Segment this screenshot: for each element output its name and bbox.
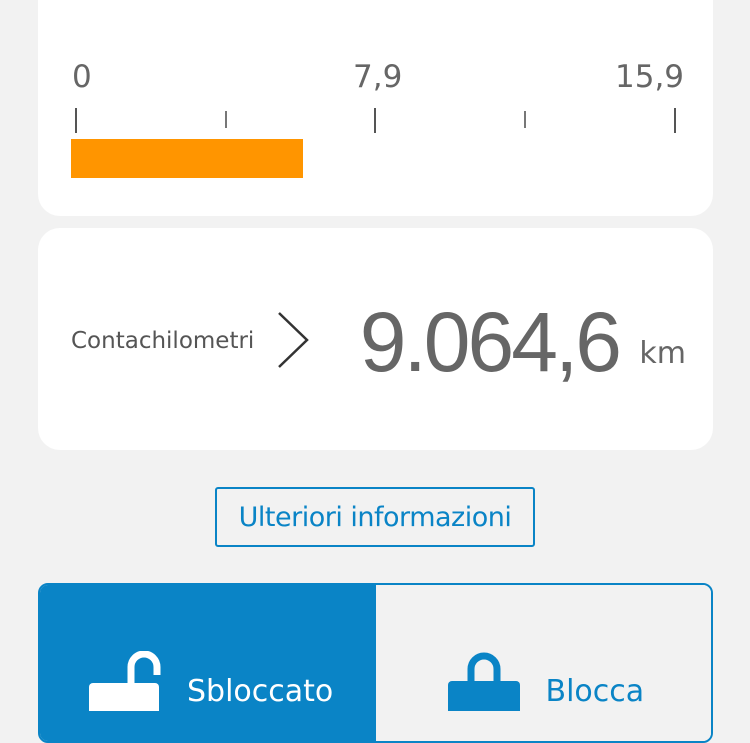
gauge-level-bar	[71, 139, 304, 178]
gauge-tick-minor	[524, 111, 526, 128]
unlocked-icon	[89, 651, 161, 711]
chevron-right-icon[interactable]	[276, 310, 310, 370]
gauge-tick-major	[75, 108, 77, 133]
lock-option-label: Blocca	[545, 674, 645, 709]
unlocked-option[interactable]: Sbloccato	[40, 585, 376, 741]
odometer-label: Contachilometri	[71, 328, 255, 354]
odometer-card[interactable]: Contachilometri 9.064,6 km	[38, 228, 713, 450]
gauge-scale-label-mid: 7,9	[353, 59, 403, 95]
gauge-scale-label-min: 0	[72, 59, 92, 95]
odometer-unit: km	[639, 336, 686, 371]
gauge-tick-minor	[225, 111, 227, 128]
more-info-button[interactable]: Ulteriori informazioni	[215, 487, 535, 547]
gauge-tick-major	[674, 108, 676, 133]
lock-option[interactable]: Blocca	[375, 585, 711, 741]
lock-segmented-control: Sbloccato Blocca	[38, 583, 713, 743]
speed-gauge-card: 0 7,9 15,9	[38, 0, 713, 216]
lock-icon	[447, 652, 520, 711]
unlocked-option-label: Sbloccato	[187, 674, 334, 709]
gauge-scale-label-max: 15,9	[615, 59, 685, 95]
gauge-tick-major	[374, 108, 376, 133]
odometer-value: 9.064,6	[359, 295, 622, 389]
